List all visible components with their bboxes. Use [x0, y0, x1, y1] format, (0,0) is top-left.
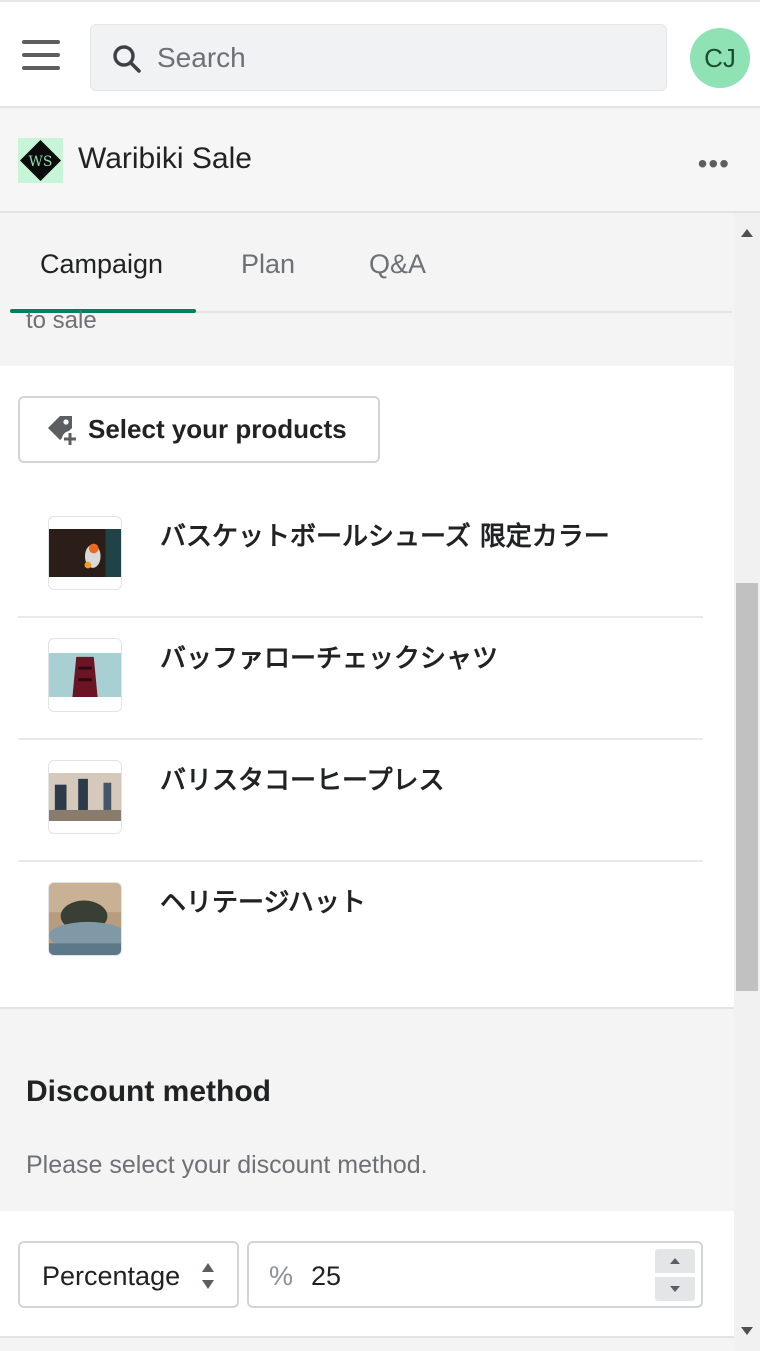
select-arrows-icon — [202, 1263, 214, 1289]
product-item[interactable]: バスケットボールシューズ 限定カラー — [18, 496, 703, 618]
discount-amount-input[interactable] — [311, 1253, 631, 1299]
discount-method-heading: Discount method — [26, 1075, 271, 1108]
scroll-down-arrow-icon[interactable] — [741, 1327, 753, 1335]
discount-card: Percentage % — [0, 1211, 734, 1338]
product-thumbnail — [48, 760, 122, 834]
caret-up-icon — [670, 1258, 680, 1264]
select-products-label: Select your products — [88, 414, 347, 444]
product-name: バリスタコーヒープレス — [160, 766, 445, 796]
user-avatar[interactable]: CJ — [690, 28, 750, 88]
discount-method-select[interactable]: Percentage — [18, 1241, 239, 1308]
app-logo: WS — [18, 138, 63, 183]
product-thumbnail — [48, 882, 122, 956]
buffalo-check-shirt-image-icon — [49, 652, 121, 698]
product-item[interactable]: バッファローチェックシャツ — [18, 618, 703, 740]
svg-text:WS: WS — [29, 154, 53, 170]
product-thumbnail — [48, 638, 122, 712]
search-input[interactable] — [157, 25, 647, 90]
discount-method-value: Percentage — [42, 1261, 181, 1291]
app-header: WS Waribiki Sale ••• — [0, 110, 760, 213]
caret-down-icon — [670, 1286, 680, 1292]
product-thumbnail — [48, 516, 122, 590]
vertical-scrollbar[interactable] — [734, 213, 760, 1351]
top-bar: CJ — [0, 0, 760, 108]
more-actions-icon[interactable]: ••• — [698, 148, 730, 180]
product-name: ヘリテージハット — [160, 888, 366, 918]
select-products-button[interactable]: Select your products — [18, 396, 380, 463]
search-icon — [113, 45, 141, 73]
search-box[interactable] — [90, 24, 667, 91]
percent-prefix: % — [269, 1261, 294, 1291]
waribiki-logo-icon: WS — [20, 140, 61, 181]
app-title: Waribiki Sale — [78, 142, 252, 175]
basketball-shoes-image-icon — [49, 528, 121, 578]
tab-campaign[interactable]: Campaign — [40, 249, 163, 280]
discount-method-description: Please select your discount method. — [26, 1151, 428, 1179]
menu-icon[interactable] — [22, 40, 60, 74]
main-content: Campaign Plan Q&A to sale Select your pr… — [0, 213, 734, 1351]
heritage-hat-image-icon — [49, 883, 121, 955]
tab-bar: Campaign Plan Q&A — [10, 213, 732, 313]
product-item[interactable]: バリスタコーヒープレス — [18, 740, 703, 862]
coffee-press-image-icon — [49, 772, 121, 822]
products-card: Select your products バスケットボールシューズ 限定カラー — [0, 366, 734, 1009]
product-item[interactable]: ヘリテージハット — [18, 862, 703, 984]
scroll-up-arrow-icon[interactable] — [741, 229, 753, 237]
discount-amount-field[interactable]: % — [247, 1241, 703, 1308]
partial-text: to sale — [26, 307, 97, 334]
tag-add-icon — [48, 415, 78, 447]
tab-plan[interactable]: Plan — [241, 249, 295, 280]
tab-qa[interactable]: Q&A — [369, 249, 426, 280]
increment-button[interactable] — [655, 1249, 695, 1273]
decrement-button[interactable] — [655, 1277, 695, 1301]
product-name: バスケットボールシューズ 限定カラー — [160, 522, 610, 552]
scrollbar-thumb[interactable] — [736, 583, 758, 991]
product-name: バッファローチェックシャツ — [160, 644, 499, 674]
